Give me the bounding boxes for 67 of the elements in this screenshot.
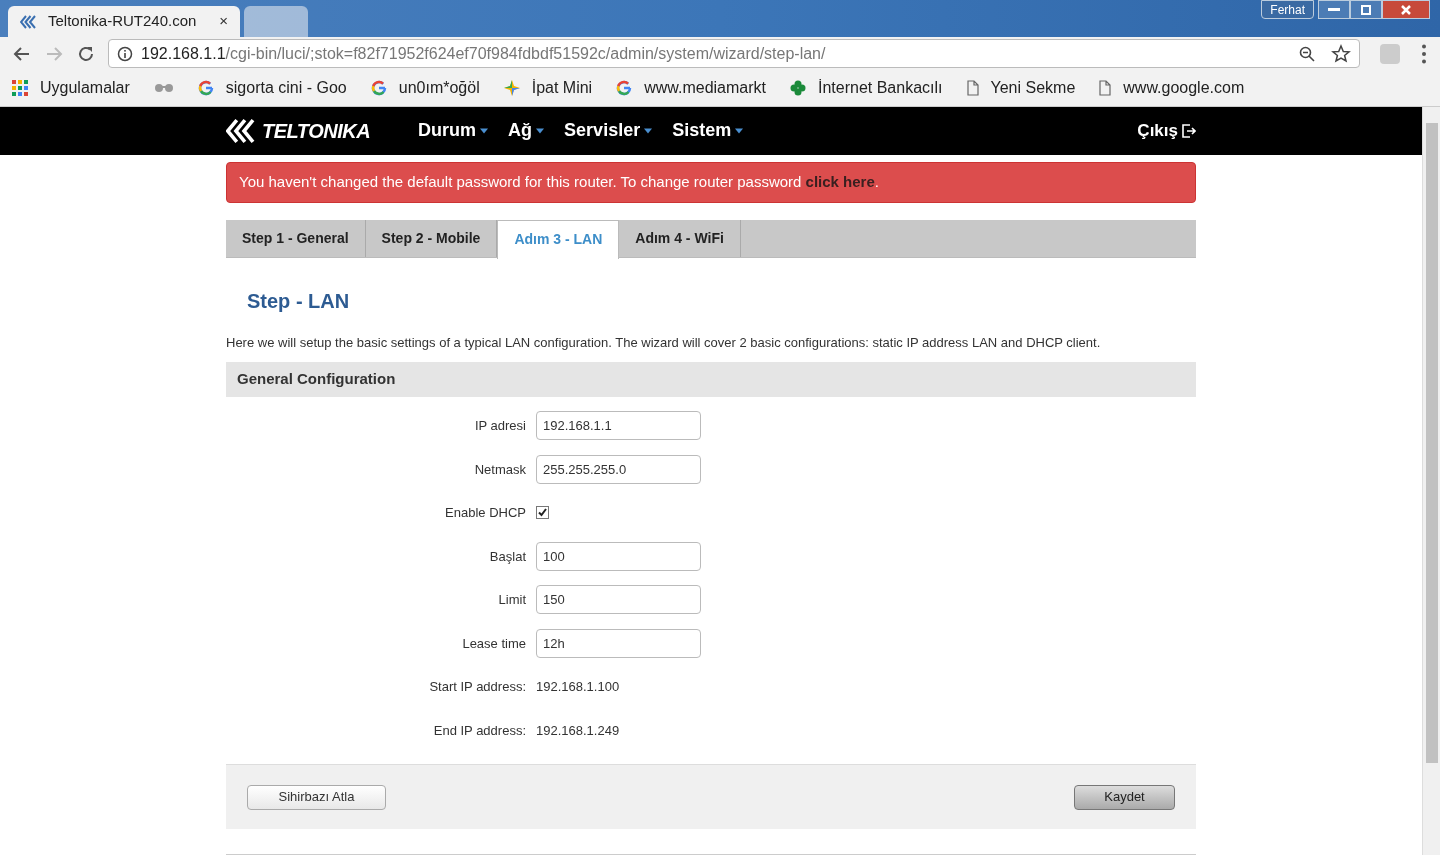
- close-window-button[interactable]: [1382, 0, 1430, 19]
- click-here-link[interactable]: click here: [805, 172, 875, 190]
- field-label: Netmask: [473, 460, 527, 479]
- section-header: General Configuration: [226, 362, 1196, 397]
- caret-icon: [480, 127, 489, 134]
- field-label: IP adresi: [473, 417, 527, 435]
- caret-icon: [644, 127, 653, 134]
- google-g-icon: [197, 80, 214, 96]
- wizard-tab[interactable]: Adım 4 - WiFi: [619, 219, 741, 257]
- url-text: 192.168.1.1/cgi-bin/luci/;stok=f82f71952f624ef70f984fdbdf51592c/admin/system/wizard/step-lan/: [141, 43, 827, 64]
- scrollbar[interactable]: [1422, 107, 1440, 855]
- bookmark-link[interactable]: İnternet Bankacılı: [818, 76, 943, 100]
- field-label: Başlat: [488, 547, 527, 566]
- text-input[interactable]: 100: [536, 541, 701, 571]
- field-label: End IP address:: [432, 721, 527, 740]
- field-label: Start IP address:: [428, 678, 527, 696]
- text-input[interactable]: 192.168.1.1: [536, 411, 701, 441]
- wizard-tab[interactable]: Step 1 - General: [226, 219, 366, 257]
- star-icon: [503, 80, 520, 96]
- logo-text: TELTONIKA: [262, 118, 371, 144]
- nav-menu-item[interactable]: Servisler: [564, 117, 653, 145]
- field-label: Enable DHCP: [444, 504, 527, 522]
- bookmark-link[interactable]: İpat Mini: [531, 76, 593, 100]
- field-value: 192.168.1.100: [536, 678, 620, 696]
- maximize-button[interactable]: [1350, 0, 1382, 19]
- nav-menu-item[interactable]: Sistem: [672, 117, 744, 145]
- glasses-icon: [153, 82, 174, 94]
- nav-menu-item[interactable]: Ağ: [508, 117, 545, 145]
- nav-menu-item[interactable]: Durum: [418, 117, 489, 145]
- bookmark-link[interactable]: www.google.com: [1123, 76, 1245, 100]
- zoom-out-icon[interactable]: [1299, 45, 1315, 62]
- text-input[interactable]: 150: [536, 585, 701, 615]
- clover-icon: [790, 80, 806, 96]
- profile-button[interactable]: Ferhat: [1261, 0, 1314, 19]
- password-alert: You haven't changed the default password for this router. To change router password click here.: [226, 161, 1196, 203]
- bookmark-star-icon[interactable]: [1331, 43, 1351, 64]
- logout-link[interactable]: Çıkış: [1137, 118, 1196, 144]
- page-icon: [1099, 80, 1112, 96]
- close-icon: [1400, 3, 1412, 16]
- field-label: Lease time: [461, 634, 527, 653]
- address-bar[interactable]: 192.168.1.1/cgi-bin/luci/;stok=f82f71952f624ef70f984fdbdf51592c/admin/system/wizard/step-lan/: [108, 39, 1360, 68]
- save-button[interactable]: Kaydet: [1074, 784, 1175, 810]
- checkbox[interactable]: [536, 506, 549, 520]
- close-tab-button[interactable]: ×: [219, 10, 228, 33]
- caret-icon: [735, 127, 744, 134]
- text-input[interactable]: 12h: [536, 628, 701, 658]
- browser-tab[interactable]: Teltonika-RUT240.con ×: [8, 6, 240, 37]
- minimize-button[interactable]: [1318, 0, 1350, 19]
- apps-grid-icon: [12, 80, 28, 96]
- page-icon: [966, 80, 979, 96]
- bookmark-link[interactable]: Uygulamalar: [40, 76, 130, 100]
- bookmark-link[interactable]: sigorta cini - Goo: [225, 76, 347, 100]
- bookmark-link[interactable]: un0ım*oğöl: [398, 76, 480, 100]
- field-value: 192.168.1.249: [536, 721, 620, 740]
- skip-wizard-button[interactable]: Sihirbazı Atla: [247, 784, 386, 810]
- description-text: Here we will setup the basic settings of a typical LAN configuration. The wizard will cover 2 basic configurations: static IP address LAN and DHCP client.: [226, 333, 1102, 352]
- google-g-icon: [370, 80, 387, 96]
- bookmark-link[interactable]: Yeni Sekme: [990, 76, 1076, 100]
- info-icon: [117, 45, 133, 62]
- logout-icon: [1182, 123, 1196, 138]
- text-input[interactable]: 255.255.255.0: [536, 454, 701, 484]
- google-g-icon: [616, 80, 633, 96]
- page-heading: Step - LAN: [247, 288, 351, 314]
- caret-icon: [536, 127, 545, 134]
- field-label: Limit: [497, 591, 527, 609]
- bookmark-link[interactable]: www.mediamarkt: [644, 76, 766, 100]
- wizard-tab[interactable]: Adım 3 - LAN: [497, 219, 620, 259]
